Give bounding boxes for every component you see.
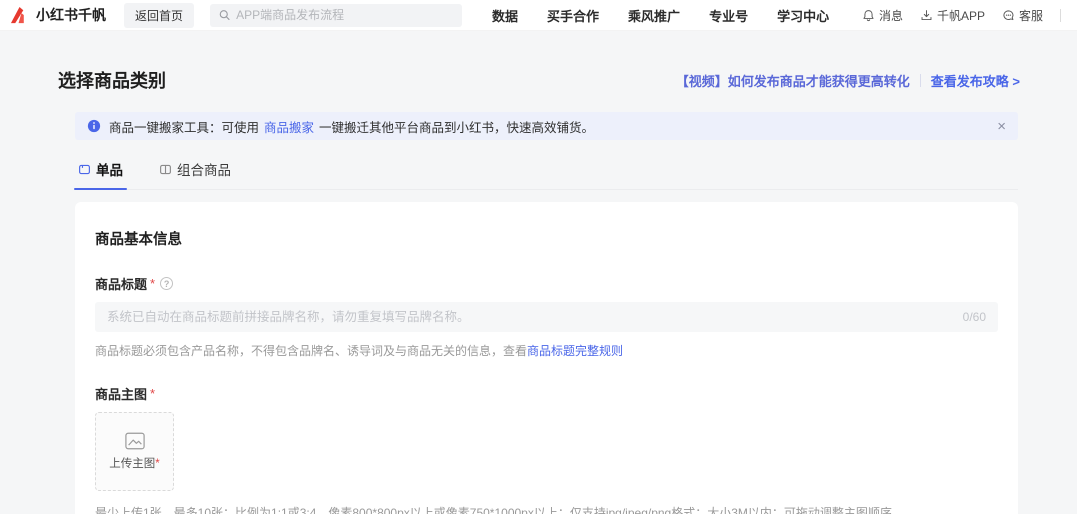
tab-combo-label: 组合商品 xyxy=(177,163,231,178)
image-placeholder-icon xyxy=(124,432,145,450)
product-type-tabs: 单品 .tab.active::after{background:#4a66e8… xyxy=(74,159,1018,190)
video-tutorial-link[interactable]: 【视频】如何发布商品才能获得更高转化 xyxy=(676,71,910,90)
qianfan-logo-icon xyxy=(10,6,24,23)
combo-product-icon xyxy=(160,164,171,174)
tab-single-label: 单品 xyxy=(96,163,123,178)
topbar-divider xyxy=(1060,8,1061,22)
messages-label: 消息 xyxy=(878,8,903,23)
upload-main-image-button[interactable]: 上传主图* xyxy=(95,412,174,491)
page-title-row: 选择商品类别 【视频】如何发布商品才能获得更高转化 查看发布攻略 > xyxy=(58,67,1020,93)
product-title-input[interactable] xyxy=(107,310,953,324)
customer-service-label: 客服 xyxy=(1018,8,1043,23)
migrate-tool-link[interactable]: 商品搬家 xyxy=(264,117,314,136)
info-icon xyxy=(87,119,101,133)
nav-item-buyer-coop[interactable]: 买手合作 xyxy=(547,6,599,25)
tab-single-product[interactable]: 单品 .tab.active::after{background:#4a66e8… xyxy=(74,159,127,190)
qianfan-app-label: 千帆APP xyxy=(936,8,985,23)
main-image-required-mark: * xyxy=(150,386,156,401)
banner-close-icon[interactable]: × xyxy=(997,119,1006,134)
upload-label: 上传主图* xyxy=(109,455,159,471)
title-required-mark: * xyxy=(150,276,156,291)
title-links: 【视频】如何发布商品才能获得更高转化 查看发布攻略 > xyxy=(676,71,1020,90)
title-field-label-row: 商品标题 * ? xyxy=(95,274,998,293)
download-icon xyxy=(921,9,932,20)
links-divider xyxy=(919,73,921,87)
title-help-icon[interactable]: ? xyxy=(160,277,174,290)
nav-item-data[interactable]: 数据 xyxy=(492,6,518,25)
single-product-icon xyxy=(79,164,90,174)
topbar-right-actions: 消息 千帆APP 客服 xyxy=(862,7,1061,24)
search-input[interactable] xyxy=(236,8,454,22)
main-image-label-row: 商品主图 * xyxy=(95,384,998,403)
publish-guide-link[interactable]: 查看发布攻略 > xyxy=(931,71,1020,90)
top-bar: 小红书千帆 返回首页 数据 买手合作 乘风推广 专业号 学习中心 消息 千帆AP… xyxy=(0,0,1077,31)
brand-title: 小红书千帆 xyxy=(36,7,106,23)
title-rules-link[interactable]: 商品标题完整规则 xyxy=(527,344,623,358)
nav-item-promotion[interactable]: 乘风推广 xyxy=(628,6,680,25)
qianfan-app-action[interactable]: 千帆APP xyxy=(920,7,985,24)
chat-icon xyxy=(1003,9,1014,20)
banner-text-suffix: 一键搬迁其他平台商品到小红书，快速高效铺货。 xyxy=(319,120,595,135)
info-banner: 商品一键搬家工具：可使用 商品搬家 一键搬迁其他平台商品到小红书，快速高效铺货。… xyxy=(75,112,1018,140)
back-home-button[interactable]: 返回首页 xyxy=(124,2,195,28)
nav-item-pro-account[interactable]: 专业号 xyxy=(709,6,748,25)
main-image-label: 商品主图 xyxy=(95,387,148,402)
search-icon xyxy=(219,10,230,21)
main-image-helper-text: 最少上传1张、最多10张；比例为1:1或3:4，像素800*800px以上或像素… xyxy=(95,506,892,514)
title-helper-text: 商品标题必须包含产品名称，不得包含品牌名、诱导词及与商品无关的信息，查看商品标题… xyxy=(95,342,998,359)
bell-icon xyxy=(863,9,874,21)
nav-item-learning-center[interactable]: 学习中心 xyxy=(777,6,829,25)
title-field-label: 商品标题 xyxy=(95,277,148,292)
top-nav: 数据 买手合作 乘风推广 专业号 学习中心 xyxy=(492,6,829,25)
page-title: 选择商品类别 xyxy=(58,71,166,91)
section-title-basic-info: 商品基本信息 xyxy=(95,232,182,248)
product-title-field[interactable]: 0/60 xyxy=(95,302,998,332)
product-basic-info-card: 商品基本信息 商品标题 * ? 0/60 商品标题必须包含产品名称，不得包含品牌… xyxy=(75,202,1018,514)
banner-text-prefix: 商品一键搬家工具：可使用 xyxy=(109,120,260,135)
upload-required-mark: * xyxy=(155,458,160,470)
messages-action[interactable]: 消息 xyxy=(862,7,903,24)
tab-combo-product[interactable]: 组合商品 xyxy=(159,159,231,189)
customer-service-action[interactable]: 客服 xyxy=(1002,7,1043,24)
search-box[interactable] xyxy=(210,3,463,27)
char-counter: 0/60 xyxy=(962,310,986,324)
title-helper-prefix: 商品标题必须包含产品名称，不得包含品牌名、诱导词及与商品无关的信息，查看 xyxy=(95,344,528,358)
upload-label-text: 上传主图 xyxy=(109,458,156,470)
